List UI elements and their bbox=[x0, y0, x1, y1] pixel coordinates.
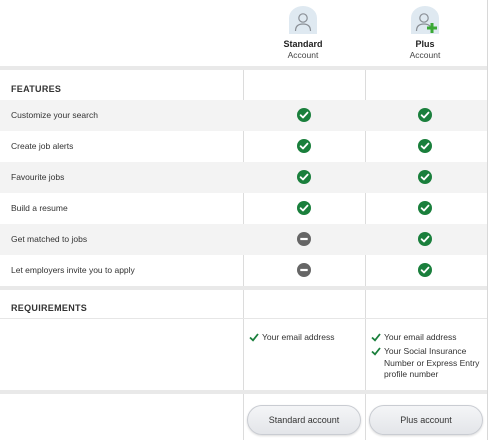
check-mark-icon bbox=[371, 333, 381, 342]
user-icon bbox=[289, 6, 317, 34]
feature-row: Favourite jobs bbox=[0, 162, 487, 193]
check-icon bbox=[418, 170, 432, 184]
section-separator bbox=[0, 390, 487, 394]
check-icon bbox=[297, 201, 311, 215]
check-icon bbox=[418, 232, 432, 246]
feature-label: Customize your search bbox=[11, 110, 98, 120]
plus-account-button[interactable]: Plus account bbox=[369, 405, 483, 435]
feature-label: Create job alerts bbox=[11, 141, 74, 151]
standard-plan-header: Standard Account bbox=[243, 0, 363, 66]
feature-label: Let employers invite you to apply bbox=[11, 265, 135, 275]
check-icon bbox=[418, 263, 432, 277]
feature-row: Let employers invite you to apply bbox=[0, 255, 487, 286]
requirement-item: Your email address bbox=[384, 332, 457, 342]
feature-row: Create job alerts bbox=[0, 131, 487, 162]
check-mark-icon bbox=[371, 347, 381, 356]
feature-label: Get matched to jobs bbox=[11, 234, 88, 244]
plan-name: Plus bbox=[415, 39, 435, 49]
check-icon bbox=[297, 108, 311, 122]
feature-label: Build a resume bbox=[11, 203, 68, 213]
check-icon bbox=[297, 139, 311, 153]
plan-header: Standard Account Plus Account bbox=[0, 0, 487, 66]
comparison-table: Standard Account Plus Account FEATURES C… bbox=[0, 0, 488, 440]
feature-row: Get matched to jobs bbox=[0, 224, 487, 255]
check-icon bbox=[418, 201, 432, 215]
plan-subtitle: Account bbox=[287, 50, 319, 60]
check-icon bbox=[418, 139, 432, 153]
requirements-area: Your email address Your email address Yo… bbox=[0, 318, 487, 390]
section-separator bbox=[0, 286, 487, 290]
feature-label: Favourite jobs bbox=[11, 172, 65, 182]
features-heading: FEATURES bbox=[11, 84, 62, 94]
plus-plan-header: Plus Account bbox=[365, 0, 485, 66]
check-mark-icon bbox=[249, 333, 259, 342]
feature-row: Build a resume bbox=[0, 193, 487, 224]
requirement-item: Your email address bbox=[262, 332, 335, 342]
plan-subtitle: Account bbox=[409, 50, 441, 60]
requirement-item: Your Social Insurance Number or Express … bbox=[384, 346, 480, 379]
requirements-heading: REQUIREMENTS bbox=[11, 303, 88, 313]
user-plus-icon bbox=[411, 6, 439, 34]
plan-name: Standard bbox=[283, 39, 323, 49]
standard-account-button[interactable]: Standard account bbox=[247, 405, 361, 435]
check-icon bbox=[418, 108, 432, 122]
feature-row: Customize your search bbox=[0, 100, 487, 131]
section-separator bbox=[0, 66, 487, 70]
minus-icon bbox=[297, 263, 311, 277]
check-icon bbox=[297, 170, 311, 184]
minus-icon bbox=[297, 232, 311, 246]
